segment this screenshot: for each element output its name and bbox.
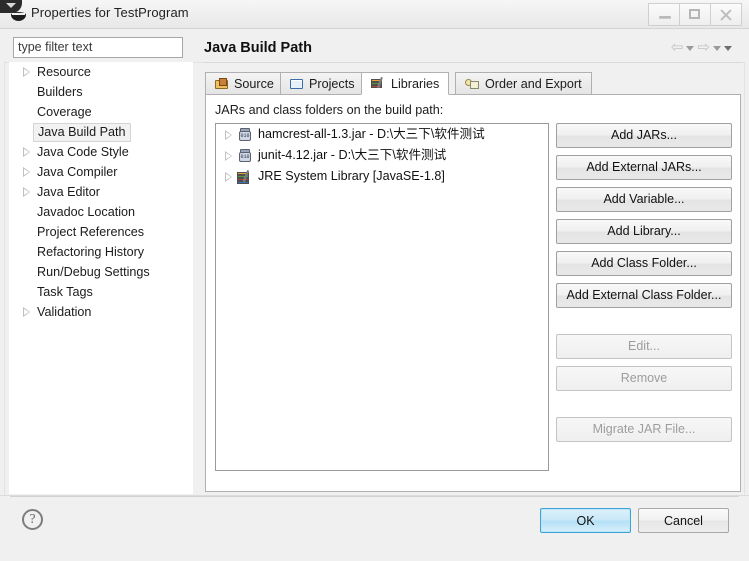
expand-arrow-icon[interactable]: [23, 307, 30, 317]
remove-button[interactable]: Remove: [556, 366, 732, 391]
sidebar-item-label: Validation: [37, 305, 92, 319]
sidebar-item-label: Resource: [37, 65, 91, 79]
sidebar-item-label: Builders: [37, 85, 83, 99]
sidebar-item-java-code-style[interactable]: Java Code Style: [9, 142, 193, 162]
tab-order-and-export[interactable]: Order and Export: [455, 72, 592, 95]
migrate-jar-file-button[interactable]: Migrate JAR File...: [556, 417, 732, 442]
sidebar-item-label: Run/Debug Settings: [37, 265, 150, 279]
libraries-books-icon: [371, 76, 386, 90]
sidebar-item-java-editor[interactable]: Java Editor: [9, 182, 193, 202]
sidebar-item-task-tags[interactable]: Task Tags: [9, 282, 193, 302]
sidebar-item-label: Coverage: [37, 105, 92, 119]
add-class-folder-button[interactable]: Add Class Folder...: [556, 251, 732, 276]
jar-label: JRE System Library [JavaSE-1.8]: [258, 169, 445, 183]
library-actions: Add JARs... Add External JARs... Add Var…: [556, 123, 732, 449]
dialog-body: type filter text Resource Builders Cover…: [0, 29, 749, 561]
sidebar-item-resource[interactable]: Resource: [9, 62, 193, 82]
back-arrow-icon[interactable]: ⇦: [671, 40, 684, 55]
jar-icon: 010: [238, 149, 252, 163]
minimize-icon[interactable]: [648, 3, 680, 26]
list-item[interactable]: JRE System Library [JavaSE-1.8]: [216, 166, 548, 187]
jar-label: junit-4.12.jar - D:\大三下\软件测试: [258, 148, 447, 162]
view-menu-chevron-down-icon[interactable]: [724, 45, 732, 51]
title-separator: [204, 62, 741, 63]
tab-bar: Source Projects Libraries Order and Expo…: [205, 72, 741, 95]
ok-button[interactable]: OK: [540, 508, 631, 533]
properties-dialog: Properties for TestProgram type filter t…: [0, 0, 749, 561]
expand-arrow-icon[interactable]: [23, 67, 30, 77]
tab-projects[interactable]: Projects: [280, 72, 365, 95]
restore-icon[interactable]: [680, 3, 711, 26]
eclipse-properties-icon: [11, 7, 26, 22]
list-item[interactable]: 010 junit-4.12.jar - D:\大三下\软件测试: [216, 145, 548, 166]
sidebar-item-label: Task Tags: [37, 285, 93, 299]
order-export-icon: [465, 78, 480, 90]
sidebar-item-javadoc-location[interactable]: Javadoc Location: [9, 202, 193, 222]
tab-label: Source: [234, 76, 274, 91]
library-icon: [237, 170, 253, 184]
title-bar: Properties for TestProgram: [0, 0, 749, 29]
page-title: Java Build Path: [204, 40, 312, 56]
filter-input[interactable]: type filter text: [13, 37, 183, 58]
sidebar-item-label: Java Editor: [37, 185, 100, 199]
sidebar-item-label: Project References: [37, 225, 145, 239]
window-controls: [648, 3, 742, 26]
libraries-tab-pane: JARs and class folders on the build path…: [205, 95, 741, 492]
tab-label: Libraries: [391, 76, 440, 91]
jar-list[interactable]: 010 hamcrest-all-1.3.jar - D:\大三下\软件测试 0…: [215, 123, 549, 471]
cancel-button[interactable]: Cancel: [638, 508, 729, 533]
close-icon[interactable]: [711, 3, 742, 26]
sidebar-item-label: Javadoc Location: [37, 205, 136, 219]
filter-placeholder: type filter text: [18, 40, 93, 54]
forward-chevron-down-icon[interactable]: [713, 45, 721, 51]
sidebar-item-coverage[interactable]: Coverage: [9, 102, 193, 122]
sidebar-item-label: Refactoring History: [37, 245, 145, 259]
window-title: Properties for TestProgram: [31, 5, 189, 20]
sidebar-item-run-debug-settings[interactable]: Run/Debug Settings: [9, 262, 193, 282]
source-folder-icon: [215, 77, 229, 90]
sidebar-item-label: Java Build Path: [33, 123, 131, 142]
expand-arrow-icon[interactable]: [225, 130, 232, 140]
add-library-button[interactable]: Add Library...: [556, 219, 732, 244]
dialog-footer: ? OK Cancel: [0, 495, 749, 561]
project-folder-icon: [290, 78, 304, 90]
jar-list-label: JARs and class folders on the build path…: [215, 103, 444, 117]
sidebar-item-label: Java Code Style: [37, 145, 129, 159]
tab-label: Projects: [309, 76, 355, 91]
sidebar-item-validation[interactable]: Validation: [9, 302, 193, 322]
edit-button[interactable]: Edit...: [556, 334, 732, 359]
settings-tree[interactable]: Resource Builders Coverage Java Build Pa…: [9, 62, 193, 494]
expand-arrow-icon[interactable]: [23, 187, 30, 197]
jar-icon: 010: [238, 128, 252, 142]
add-variable-button[interactable]: Add Variable...: [556, 187, 732, 212]
add-external-class-folder-button[interactable]: Add External Class Folder...: [556, 283, 732, 308]
expand-arrow-icon[interactable]: [23, 147, 30, 157]
expand-arrow-icon[interactable]: [225, 172, 232, 182]
expand-arrow-icon[interactable]: [225, 151, 232, 161]
add-external-jars-button[interactable]: Add External JARs...: [556, 155, 732, 180]
forward-arrow-icon[interactable]: ⇨: [697, 40, 710, 55]
tab-libraries[interactable]: Libraries: [361, 72, 450, 95]
content-pane: Java Build Path ⇦ ⇨ Source Projects Libr…: [196, 29, 749, 495]
expand-arrow-icon[interactable]: [23, 167, 30, 177]
sidebar-item-project-references[interactable]: Project References: [9, 222, 193, 242]
sidebar-item-label: Java Compiler: [37, 165, 118, 179]
help-icon[interactable]: ?: [22, 509, 43, 530]
sidebar-item-java-build-path[interactable]: Java Build Path: [9, 122, 193, 142]
footer-separator: [10, 496, 739, 497]
tab-source[interactable]: Source: [205, 72, 284, 95]
list-item[interactable]: 010 hamcrest-all-1.3.jar - D:\大三下\软件测试: [216, 124, 548, 145]
back-chevron-down-icon[interactable]: [686, 45, 695, 51]
sidebar-item-refactoring-history[interactable]: Refactoring History: [9, 242, 193, 262]
navigation-controls: ⇦ ⇨: [671, 40, 732, 55]
sidebar-item-java-compiler[interactable]: Java Compiler: [9, 162, 193, 182]
sidebar-item-builders[interactable]: Builders: [9, 82, 193, 102]
tab-label: Order and Export: [485, 76, 582, 91]
add-jars-button[interactable]: Add JARs...: [556, 123, 732, 148]
jar-label: hamcrest-all-1.3.jar - D:\大三下\软件测试: [258, 127, 485, 141]
